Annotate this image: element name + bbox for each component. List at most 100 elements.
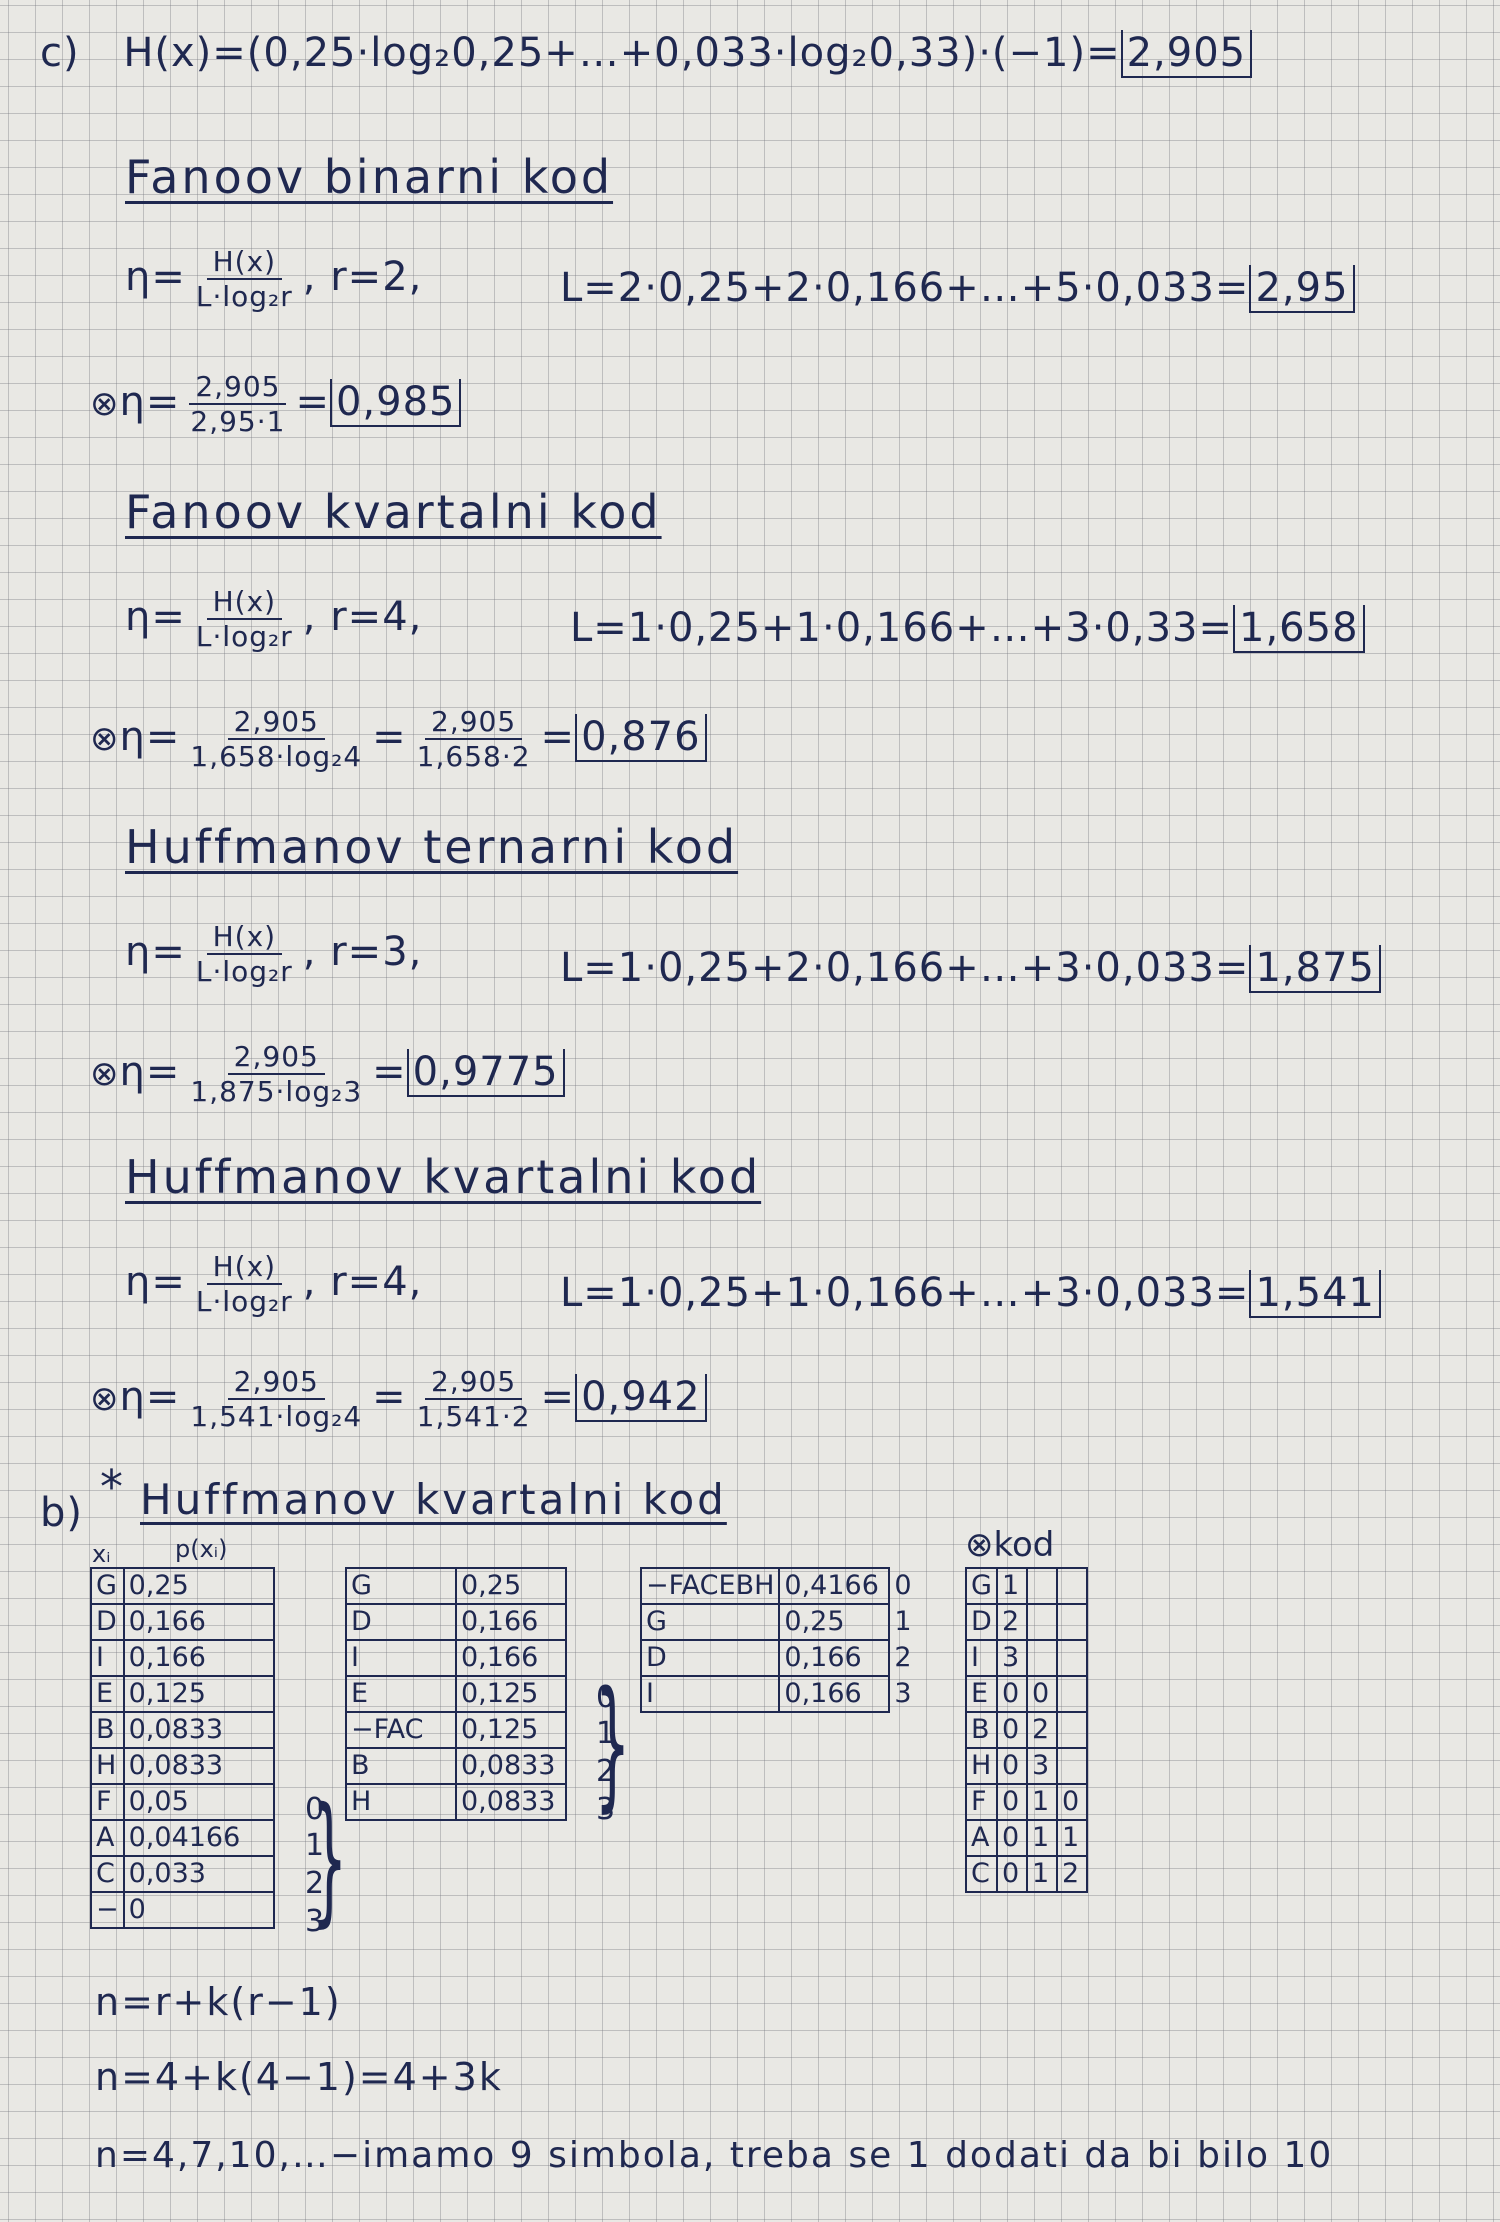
radix: , r=3, (302, 929, 423, 975)
symbol-cell: H (345, 1783, 457, 1821)
eta-numerator: H(x) (206, 920, 283, 955)
symbol-cell: C (90, 1855, 125, 1893)
code-digit: 0 (995, 1711, 1028, 1749)
eta-denominator: L·log₂r (195, 955, 293, 988)
symbol-cell: B (965, 1711, 998, 1749)
probability-cell: 0,166 (122, 1603, 275, 1641)
probability-cell: 0 (122, 1891, 275, 1929)
probability-cell: 0,0833 (122, 1747, 275, 1785)
code-digit: 1 (1025, 1783, 1058, 1821)
heading-huffman-quartal: Huffmanov kvartalni kod (125, 1150, 762, 1204)
entropy-formula: H(x)=(0,25·log₂0,25+…+0,033·log₂0,33)·(−… (123, 30, 1121, 76)
formula-n-general: n=r+k(r−1) (95, 1980, 342, 2024)
symbol-cell: D (90, 1603, 125, 1641)
probability-cell: 0,166 (778, 1639, 891, 1677)
efficiency-calc-huffman-quartal: ⊗η= 2,905 1,541·log₂4 = 2,905 1,541·2 = 0,942 (90, 1365, 707, 1433)
symbol-cell: D (639, 1639, 781, 1677)
probability-cell: 0,166 (455, 1639, 567, 1677)
section-c-label: c) (40, 30, 80, 76)
index-1: 1 (305, 1828, 325, 1863)
table-row: D2 (965, 1603, 1088, 1641)
code-digit: 0 (995, 1819, 1028, 1857)
symbol-cell: D (345, 1603, 457, 1641)
length-expression: L=1·0,25+2·0,166+…+3·0,033= (560, 945, 1250, 991)
code-digit: 2 (1025, 1711, 1058, 1749)
symbol-cell: I (965, 1639, 998, 1677)
probability-cell: 0,25 (778, 1603, 891, 1641)
length-formula-huffman-quartal: L=1·0,25+1·0,166+…+3·0,033= 1,541 (560, 1270, 1381, 1318)
code-table: G1 D2 I3 E00 B02 H03 F010 A011 C012 (965, 1567, 1088, 1893)
length-formula-fano-quartal: L=1·0,25+1·0,166+…+3·0,33= 1,658 (570, 605, 1365, 653)
code-digit: 3 (1025, 1747, 1058, 1785)
calc-numerator: 2,905 (189, 370, 287, 405)
table-row: B 0,0833 (90, 1711, 275, 1749)
calc-denominator-2: 1,658·2 (416, 740, 531, 773)
length-result: 1,875 (1249, 945, 1381, 993)
efficiency-calc-huffman-ternary: ⊗η= 2,905 1,875·log₂3 = 0,9775 (90, 1040, 565, 1108)
symbol-cell: E (345, 1675, 457, 1713)
symbol-cell: I (345, 1639, 457, 1677)
index-0: 0 (305, 1792, 325, 1827)
col-header-x: xᵢ (92, 1540, 111, 1568)
table-row: G1 (965, 1567, 1088, 1605)
eta-numerator: H(x) (206, 585, 283, 620)
calc-denominator: 1,541·log₂4 (190, 1400, 363, 1433)
code-digit: 0 (995, 1675, 1028, 1713)
table-row: C012 (965, 1855, 1088, 1893)
calc-denominator: 1,875·log₂3 (190, 1075, 363, 1108)
symbol-cell: G (90, 1567, 125, 1605)
code-digit (1055, 1567, 1088, 1605)
efficiency-result: 0,876 (575, 714, 707, 762)
symbol-cell: C (965, 1855, 998, 1893)
formula-n-quartal: n=4+k(4−1)=4+3k (95, 2055, 503, 2099)
formula-n-note: n=4,7,10,…−imamo 9 simbola, treba se 1 d… (95, 2135, 1334, 2176)
calc-numerator: 2,905 (227, 1040, 325, 1075)
index-1: 1 (596, 1716, 616, 1751)
index-2: 2 (596, 1754, 616, 1789)
code-digit (1055, 1711, 1088, 1749)
table-row: A011 (965, 1819, 1088, 1857)
table-row: −0 (90, 1891, 275, 1929)
index-3: 3 (305, 1904, 325, 1939)
entropy-line: c) H(x)=(0,25·log₂0,25+…+0,033·log₂0,33)… (40, 30, 1253, 78)
eta-formula-fano-quartal: η= H(x) L·log₂r, r=4, (125, 585, 423, 653)
efficiency-result: 0,985 (329, 379, 462, 427)
table-row: D 0,166 2 (639, 1639, 927, 1677)
code-digit: 0 (995, 1783, 1028, 1821)
probability-cell: 0,166 (778, 1675, 891, 1713)
symbol-cell: G (345, 1567, 457, 1605)
calc-denominator-2: 1,541·2 (416, 1400, 531, 1433)
symbol-cell: F (90, 1783, 125, 1821)
probability-cell: 0,166 (122, 1639, 275, 1677)
probability-cell: 0,0833 (122, 1711, 275, 1749)
symbol-cell: E (90, 1675, 125, 1713)
heading-fano-binary: Fanoov binarni kod (125, 150, 614, 204)
eta-denominator: L·log₂r (195, 620, 293, 653)
code-digit (1025, 1603, 1058, 1641)
circled-x-icon: ⊗ (90, 719, 120, 759)
symbol-cell: D (965, 1603, 998, 1641)
table-row: E 0,125 (90, 1675, 275, 1713)
table-row: I 0,166 (345, 1639, 567, 1677)
heading-fano-quartal: Fanoov kvartalni kod (125, 485, 662, 539)
table-row: C 0,033 (90, 1855, 275, 1893)
calc-numerator: 2,905 (227, 1365, 325, 1400)
symbol-cell: G (965, 1567, 998, 1605)
table-row: G 0,25 1 (639, 1603, 927, 1641)
code-digit: 0 (995, 1747, 1028, 1785)
probability-cell: 0,05 (122, 1783, 275, 1821)
length-result: 2,95 (1249, 265, 1355, 313)
eta-fraction: H(x) L·log₂r (190, 245, 299, 313)
code-digit: 1 (1025, 1855, 1058, 1893)
length-formula-fano-binary: L=2·0,25+2·0,166+…+5·0,033= 2,95 (560, 265, 1355, 313)
table-row: B02 (965, 1711, 1088, 1749)
table-row: B 0,0833 (345, 1747, 567, 1785)
table-row: −FAC 0,125 (345, 1711, 567, 1749)
eta-formula-fano-binary: η= H(x) L·log₂r, r=2, (125, 245, 423, 313)
code-digit (1055, 1747, 1088, 1785)
code-digit (1055, 1675, 1088, 1713)
table-row: H03 (965, 1747, 1088, 1785)
efficiency-calc-fano-binary: ⊗η= 2,905 2,95·1 = 0,985 (90, 370, 462, 438)
length-expression: L=1·0,25+1·0,166+…+3·0,033= (560, 1270, 1250, 1316)
symbol-cell: H (965, 1747, 998, 1785)
